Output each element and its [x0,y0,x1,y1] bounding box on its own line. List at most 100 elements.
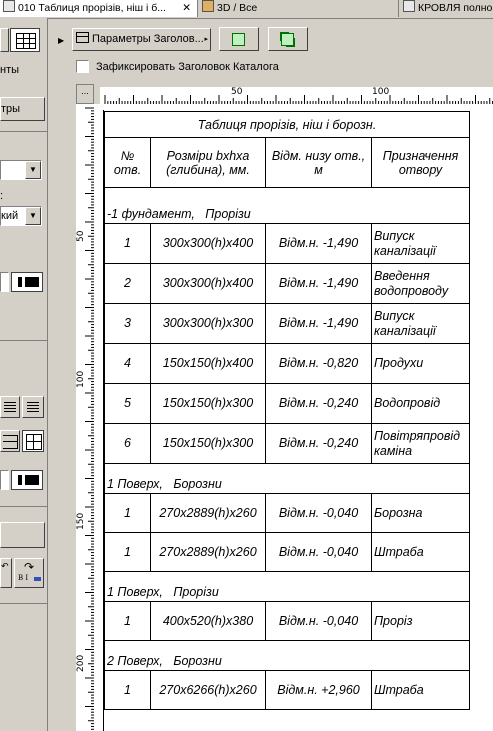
fit-page-button[interactable] [268,27,308,51]
frame-green-arrows-icon [281,33,294,46]
header-params-button[interactable]: Параметры Заголов... ▸ [72,28,211,51]
table-row: 5 150x150(h)x300 Відм.н. -0,240 Водопровід [104,383,470,424]
undo-icon: ↶ [1,561,9,571]
cell-size: 150x150(h)x300 [150,383,266,424]
settings-button[interactable] [0,522,45,548]
tab-3d-label: 3D / Все [217,2,258,14]
tab-roof-label: КРОВЛЯ полно [418,2,493,14]
table-row: 1 270x6266(h)x260 Відм.н. +2,960 Штраба [104,670,470,710]
cell-purpose: Введення водопроводу [371,263,470,304]
grid-icon [26,434,42,450]
cell-purpose: Борозна [371,493,470,533]
table-row: 1 270x2889(h)x260 Відм.н. -0,040 Борозна [104,493,470,533]
line-type-button-2[interactable] [11,470,43,490]
triangle-right-icon: ▶ [58,36,65,45]
divider [0,603,47,604]
cell-level: Відм.н. -0,040 [265,532,372,572]
tab-schedule-label: 010 Таблиця прорізів, ніш і б... [18,2,166,14]
cell-num: 3 [104,303,151,344]
cell-level: Відм.н. -0,040 [265,601,372,641]
frame-green-icon [232,33,245,46]
table-view-button[interactable] [10,28,40,52]
section-icon [403,0,415,12]
sidebar-text: нты [0,64,20,76]
pen-field[interactable] [0,272,9,292]
group-row: 1 Поверх, Прорізи [104,571,470,602]
divider [0,506,47,507]
close-icon[interactable]: ✕ [182,0,191,17]
sidebar-select-1[interactable]: ▼ [0,160,42,180]
ruler-label-150: 150 [76,512,86,530]
fill-icon [25,277,39,287]
cell-num: 5 [104,383,151,424]
header-purpose: Призначення отвору [371,137,470,188]
cell-size: 300x300(h)x300 [150,303,266,344]
divider [0,131,47,132]
group-label: 1 Поверх, Борозни [104,463,470,494]
triangle-right-icon: ▸ [204,36,208,43]
group-label: 1 Поверх, Прорізи [104,571,470,602]
cell-num: 4 [104,343,151,384]
table-row: 1 270x2889(h)x260 Відм.н. -0,040 Штраба [104,532,470,572]
cell-num: 1 [104,601,151,641]
cell-num: 1 [104,670,151,710]
cell-purpose: Штраба [371,670,470,710]
chevron-down-icon: ▼ [25,161,41,179]
table-title-row: Таблиця прорізів, ніш і борозн. [104,111,470,138]
header-level: Відм. низу отв., м [265,137,372,188]
tab-roof[interactable]: КРОВЛЯ полно [400,0,493,17]
view-toggle-button[interactable] [0,28,9,52]
sidebar-select-2[interactable]: кий ▼ [0,206,42,226]
text-style-icon: B I [18,574,29,582]
cell-level: Відм.н. -0,240 [265,423,372,464]
cell-purpose: Повітряпровід каміна [371,423,470,464]
inner-lines-button[interactable] [0,430,20,452]
undo-button[interactable]: ↶ [0,558,12,588]
table-header-row: № отв. Розміри bxhxa (глибина), мм. Відм… [104,137,470,188]
ruler-corner-button[interactable]: ... [76,84,94,104]
table-row: 2 300x300(h)x400 Відм.н. -1,490 Введення во… [104,263,470,304]
cell-size: 300x300(h)x400 [150,223,266,264]
justify-button[interactable] [22,396,44,418]
align-button[interactable] [0,396,20,418]
horizontal-ruler-ticks [104,95,493,104]
vertical-ruler-ticks [85,107,94,730]
table-row: 1 400x520(h)x380 Відм.н. -0,040 Проріз [104,601,470,641]
sidebar-button[interactable]: тры [0,97,45,121]
lines-icon [3,435,18,449]
table-row: 1 300x300(h)x400 Відм.н. -1,490 Випуск кана… [104,223,470,264]
pen-field-2[interactable] [0,470,9,490]
table-icon [76,32,89,43]
schedule-icon [3,0,15,12]
redo-button[interactable]: ↷ B I [14,558,44,588]
info-box-panel: нты тры ▼ : кий ▼ ↶ ↷ B I [0,18,48,731]
document-tab-bar: 010 Таблиця прорізів, ніш і б... ✕ 3D / … [0,0,493,19]
ruler-label-50: 50 [231,87,243,97]
cell-level: Відм.н. -0,820 [265,343,372,384]
fix-header-checkbox[interactable] [76,60,89,73]
divider [0,340,47,341]
cell-num: 6 [104,423,151,464]
table-row: 3 300x300(h)x300 Відм.н. -1,490 Випуск кана… [104,303,470,344]
cell-level: Відм.н. -0,040 [265,493,372,533]
toolbar-menu-arrow[interactable]: ▶ [58,34,64,46]
fit-cells-button[interactable] [219,27,259,51]
vertical-ruler: 50 100 150 200 [76,104,95,731]
grid-icon [16,33,36,49]
cell-num: 1 [104,493,151,533]
cell-level: Відм.н. +2,960 [265,670,372,710]
grid-lines-button[interactable] [22,430,44,452]
3d-icon [202,0,214,12]
group-label: -1 фундамент, Прорізи [104,187,470,224]
line-type-button[interactable] [11,272,43,292]
cell-num: 2 [104,263,151,304]
group-row: 2 Поверх, Борозни [104,640,470,671]
cell-purpose: Водопровід [371,383,470,424]
cell-purpose: Випуск каналізації [371,303,470,344]
ruler-label-200: 200 [76,654,86,672]
fix-header-label: Зафиксировать Заголовок Каталога [96,61,279,73]
cell-purpose: Проріз [371,601,470,641]
tab-3d[interactable]: 3D / Все [199,0,399,17]
tab-schedule[interactable]: 010 Таблиця прорізів, ніш і б... ✕ [0,0,198,17]
group-label: 2 Поверх, Борозни [104,640,470,671]
